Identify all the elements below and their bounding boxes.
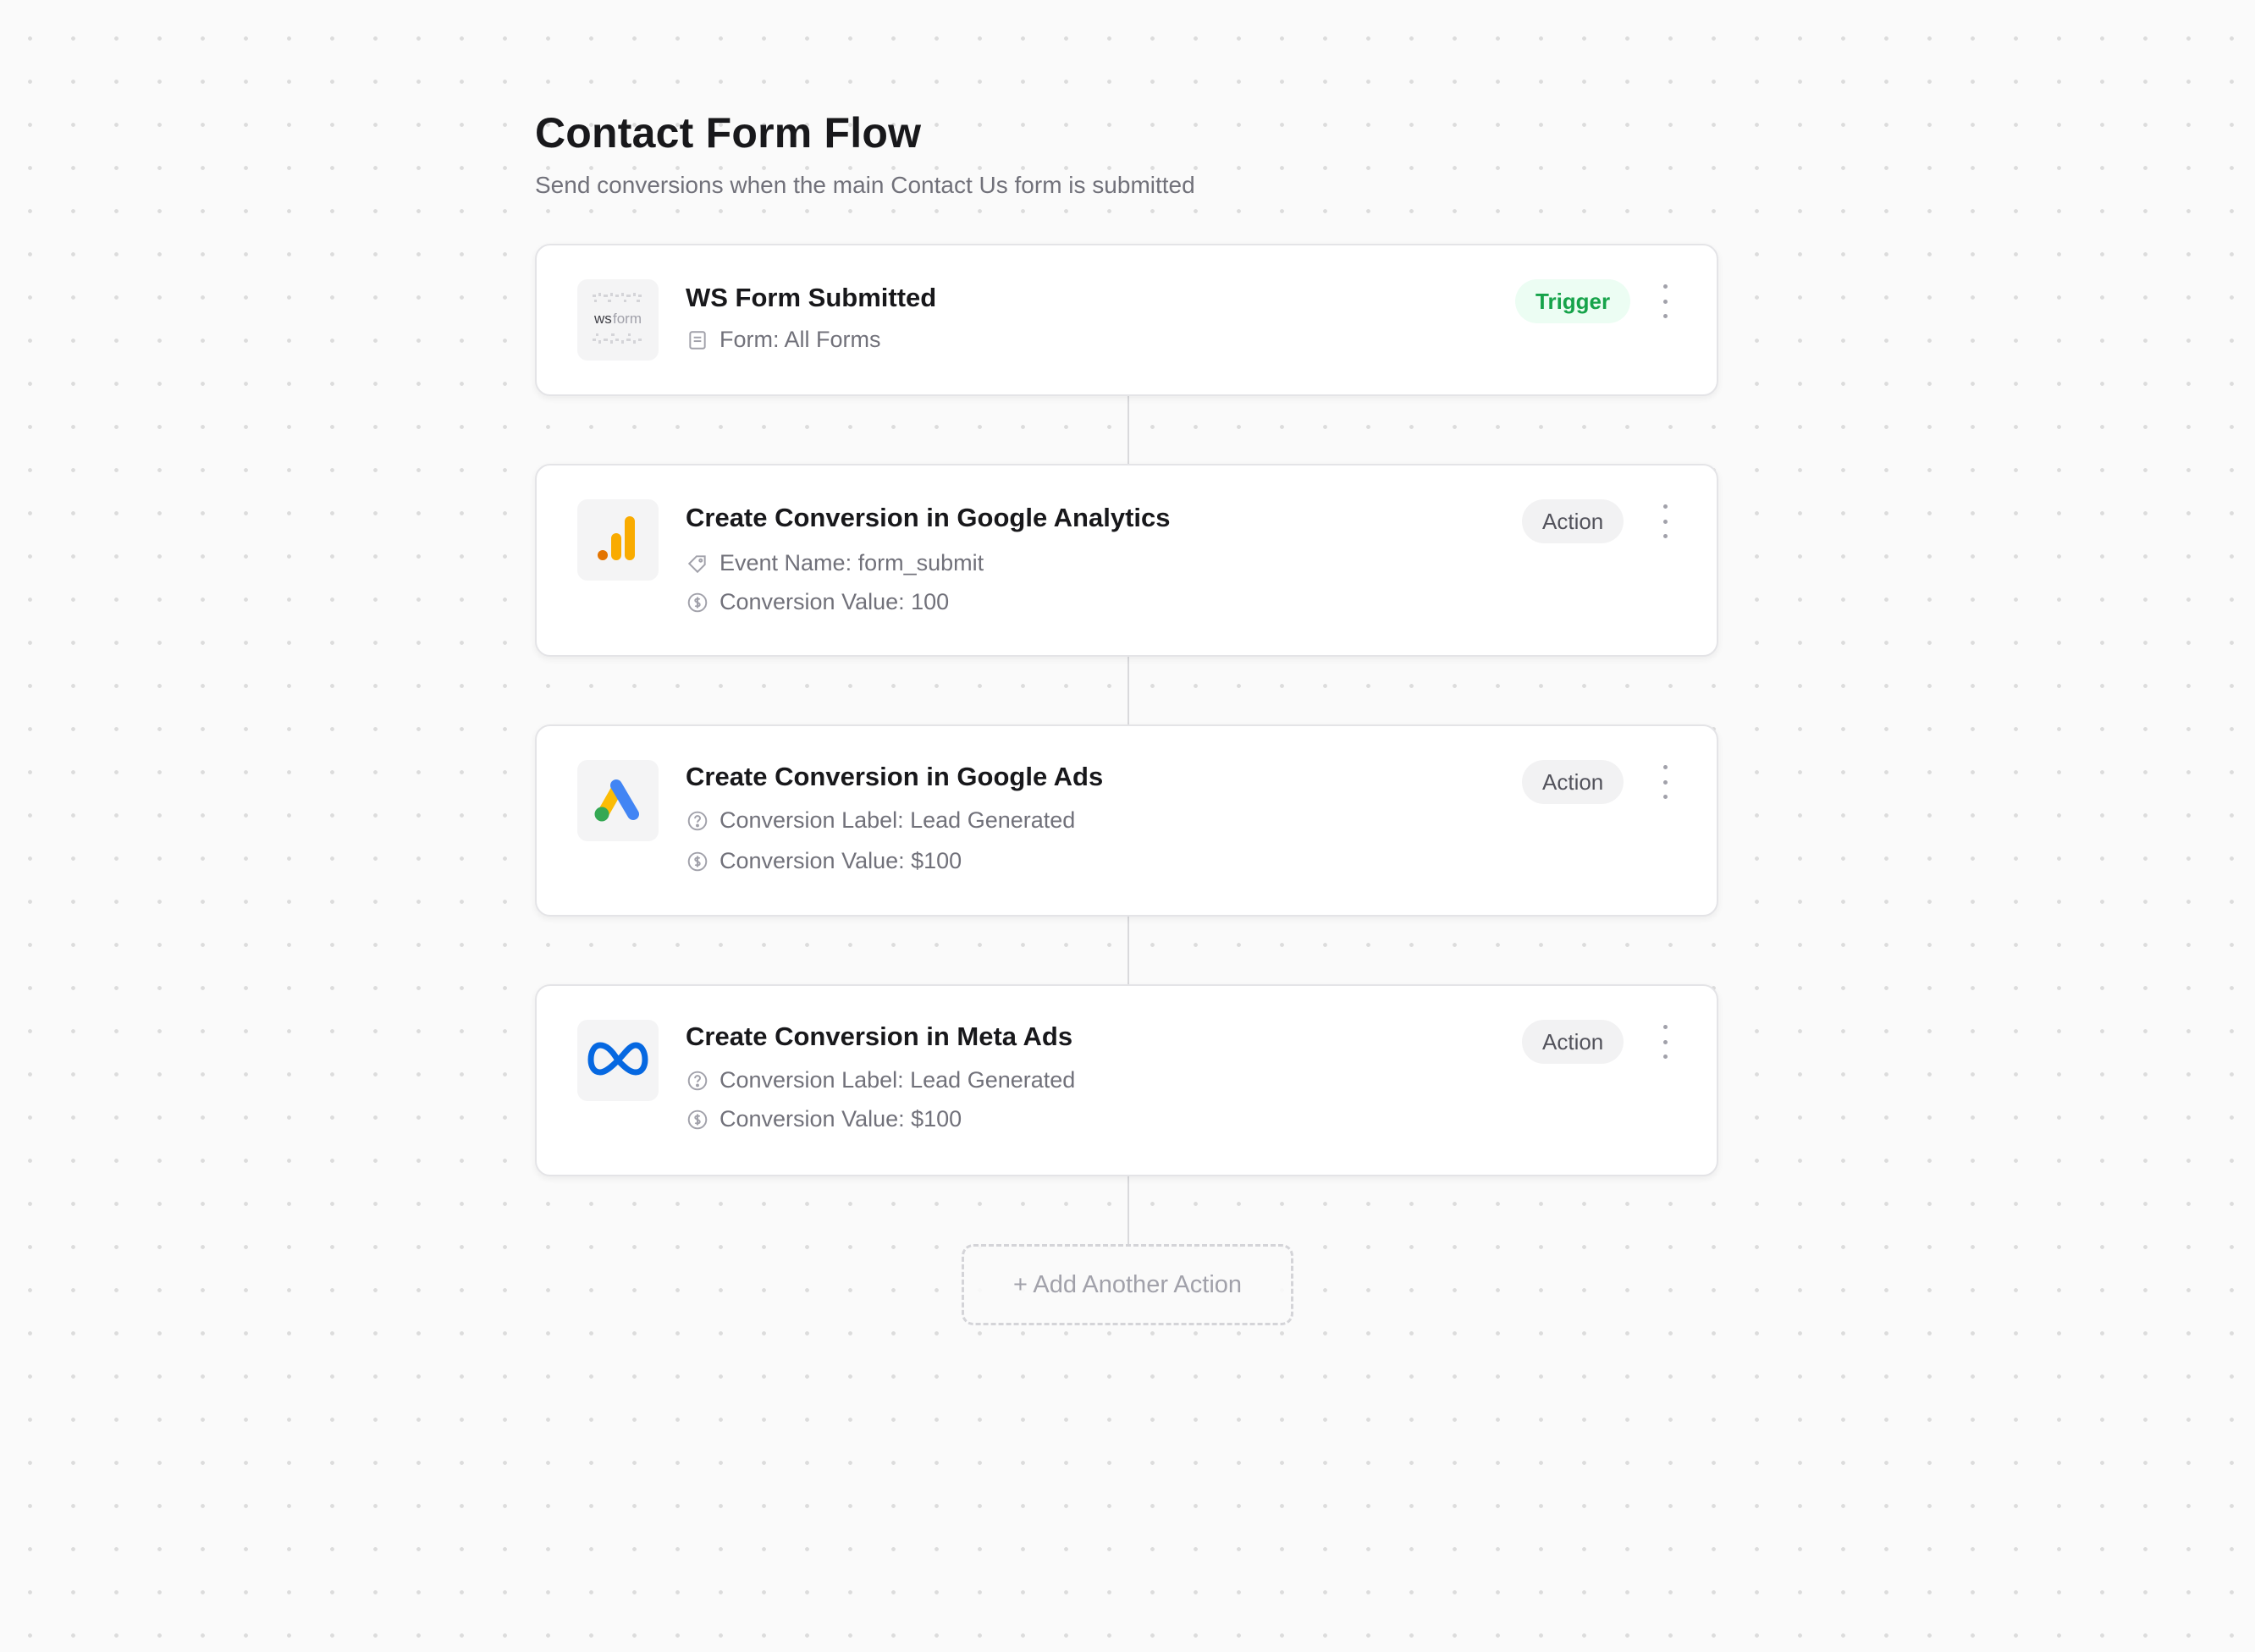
- wsform-logo: ws form: [577, 279, 659, 361]
- step-detail-text: Conversion Label: Lead Generated: [720, 807, 1076, 833]
- step-title: WS Form Submitted: [686, 283, 937, 312]
- wsform-logo-ws: ws: [593, 311, 612, 327]
- question-circle-icon: [686, 809, 709, 833]
- tag-icon: [686, 552, 709, 575]
- flow-connector: [1128, 917, 1129, 986]
- step-detail-conversion-label: Conversion Label: Lead Generated: [686, 1067, 1075, 1093]
- wsform-logo-form: form: [613, 311, 642, 327]
- more-options-icon[interactable]: [1652, 765, 1678, 799]
- step-title: Create Conversion in Meta Ads: [686, 1021, 1073, 1051]
- step-card-trigger[interactable]: ws form WS Form Submitted Form: All Form…: [535, 244, 1718, 396]
- step-detail-conversion-value: Conversion Value: $100: [686, 1106, 962, 1132]
- step-detail-text: Event Name: form_submit: [720, 550, 984, 575]
- flow-connector: [1128, 396, 1129, 465]
- flow-connector: [1128, 1176, 1129, 1246]
- step-title: Create Conversion in Google Ads: [686, 762, 1104, 791]
- more-options-icon[interactable]: [1652, 284, 1678, 318]
- add-action-button[interactable]: + Add Another Action: [962, 1244, 1293, 1325]
- step-detail-text: Conversion Value: $100: [720, 1106, 962, 1132]
- question-circle-icon: [686, 1069, 709, 1093]
- flow-connector: [1128, 657, 1129, 726]
- action-badge: Action: [1522, 499, 1624, 543]
- dollar-circle-icon: [686, 591, 709, 614]
- step-detail-text: Conversion Value: 100: [720, 589, 950, 614]
- step-detail-conversion-value: Conversion Value: $100: [686, 848, 962, 874]
- more-options-icon[interactable]: [1652, 1025, 1678, 1059]
- step-card-google-analytics[interactable]: Create Conversion in Google Analytics Ev…: [535, 464, 1718, 657]
- action-badge: Action: [1522, 1020, 1624, 1064]
- meta-logo: [577, 1020, 659, 1101]
- more-options-icon[interactable]: [1652, 504, 1678, 538]
- step-card-meta-ads[interactable]: Create Conversion in Meta Ads Conversion…: [535, 984, 1718, 1176]
- step-title: Create Conversion in Google Analytics: [686, 503, 1171, 532]
- step-detail-text: Conversion Value: $100: [720, 848, 962, 873]
- step-detail-text: Conversion Label: Lead Generated: [720, 1067, 1076, 1093]
- step-detail-conversion-label: Conversion Label: Lead Generated: [686, 807, 1075, 834]
- step-detail-text: Form: All Forms: [720, 327, 881, 352]
- step-detail-conversion-value: Conversion Value: 100: [686, 589, 949, 615]
- step-detail-form: Form: All Forms: [686, 327, 881, 353]
- google-ads-logo: [577, 760, 659, 841]
- step-detail-event-name: Event Name: form_submit: [686, 550, 984, 576]
- page-title: Contact Form Flow: [535, 109, 922, 157]
- dollar-circle-icon: [686, 850, 709, 873]
- document-icon: [686, 328, 709, 352]
- step-card-google-ads[interactable]: Create Conversion in Google Ads Conversi…: [535, 724, 1718, 917]
- google-analytics-logo: [577, 499, 659, 581]
- dollar-circle-icon: [686, 1108, 709, 1132]
- trigger-badge: Trigger: [1515, 279, 1631, 323]
- action-badge: Action: [1522, 760, 1624, 804]
- page-subtitle: Send conversions when the main Contact U…: [535, 172, 1195, 198]
